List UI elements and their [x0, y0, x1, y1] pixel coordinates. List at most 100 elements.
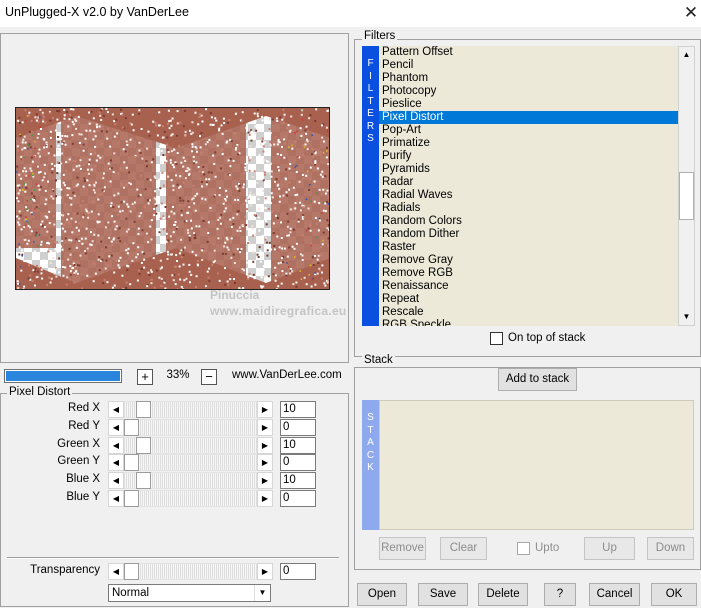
green-x-value[interactable]: 10 — [280, 437, 316, 454]
filter-item[interactable]: Purify — [379, 150, 678, 163]
red-y-value[interactable]: 0 — [280, 419, 316, 436]
transparency-label: Transparency — [30, 564, 100, 576]
params-group-label: Pixel Distort — [7, 386, 73, 398]
red-x-thumb[interactable] — [135, 401, 151, 418]
blend-mode-select[interactable]: Normal ▼ — [108, 584, 271, 602]
filter-item[interactable]: Radial Waves — [379, 189, 678, 202]
filter-item[interactable]: Phantom — [379, 72, 678, 85]
zoom-in-button[interactable]: + — [137, 369, 153, 385]
arrow-right-icon[interactable]: ▶ — [257, 437, 273, 454]
watermark-name: Pinuccia — [210, 288, 260, 302]
green-y-thumb[interactable] — [124, 454, 139, 471]
filter-item[interactable]: Pyramids — [379, 163, 678, 176]
filters-group-label: Filters — [362, 30, 398, 42]
on-top-checkbox[interactable] — [490, 332, 503, 345]
filter-item[interactable]: RGB Speckle — [379, 319, 678, 326]
scroll-thumb[interactable] — [679, 172, 694, 220]
filter-item[interactable]: Primatize — [379, 137, 678, 150]
red-x-value[interactable]: 10 — [280, 401, 316, 418]
filter-item[interactable]: Random Dither — [379, 228, 678, 241]
scroll-down-icon[interactable]: ▼ — [679, 309, 694, 325]
arrow-left-icon[interactable]: ◀ — [108, 490, 124, 507]
filter-item[interactable]: Photocopy — [379, 85, 678, 98]
arrow-right-icon[interactable]: ▶ — [257, 472, 273, 489]
filter-item[interactable]: Renaissance — [379, 280, 678, 293]
blue-y-label: Blue Y — [66, 491, 100, 503]
transparency-slider[interactable]: ◀ ▶ — [108, 563, 273, 580]
close-icon[interactable]: ✕ — [680, 2, 701, 24]
blue-x-thumb[interactable] — [135, 472, 151, 489]
remove-button[interactable]: Remove — [379, 537, 426, 560]
blue-x-value[interactable]: 10 — [280, 472, 316, 489]
window-title: UnPlugged-X v2.0 by VanDerLee — [5, 5, 189, 19]
filter-item[interactable]: Pixel Distort — [379, 111, 678, 124]
filter-item[interactable]: Repeat — [379, 293, 678, 306]
blue-y-value[interactable]: 0 — [280, 490, 316, 507]
up-button[interactable]: Up — [584, 537, 635, 560]
arrow-left-icon[interactable]: ◀ — [108, 437, 124, 454]
arrow-right-icon[interactable]: ▶ — [257, 563, 273, 580]
filters-scrollbar[interactable]: ▲ ▼ — [678, 46, 695, 326]
green-y-value[interactable]: 0 — [280, 454, 316, 471]
transparency-thumb[interactable] — [124, 563, 139, 580]
website-link[interactable]: www.VanDerLee.com — [232, 369, 342, 381]
green-x-thumb[interactable] — [135, 437, 151, 454]
arrow-left-icon[interactable]: ◀ — [108, 563, 124, 580]
help-button[interactable]: ? — [544, 583, 576, 606]
red-y-thumb[interactable] — [124, 419, 139, 436]
arrow-left-icon[interactable]: ◀ — [108, 454, 124, 471]
green-x-track — [108, 437, 273, 454]
zoom-out-button[interactable]: − — [201, 369, 217, 385]
cancel-button[interactable]: Cancel — [589, 583, 640, 606]
filter-item[interactable]: Random Colors — [379, 215, 678, 228]
arrow-left-icon[interactable]: ◀ — [108, 472, 124, 489]
filter-item[interactable]: Radar — [379, 176, 678, 189]
ok-button[interactable]: OK — [651, 583, 697, 606]
filter-item[interactable]: Pop-Art — [379, 124, 678, 137]
add-to-stack-button[interactable]: Add to stack — [498, 368, 577, 391]
stack-list[interactable] — [379, 400, 694, 530]
blend-mode-value: Normal — [112, 587, 150, 599]
transparency-value[interactable]: 0 — [280, 563, 316, 580]
blue-x-slider[interactable]: ◀ ▶ — [108, 472, 273, 489]
save-button[interactable]: Save — [418, 583, 468, 606]
blue-y-thumb[interactable] — [124, 490, 139, 507]
chevron-down-icon[interactable]: ▼ — [254, 585, 270, 601]
filters-list[interactable]: Pattern Offset Pencil Phantom Photocopy Pies… — [379, 46, 678, 326]
filter-item[interactable]: Remove RGB — [379, 267, 678, 280]
open-button[interactable]: Open — [357, 583, 407, 606]
red-y-label: Red Y — [68, 420, 100, 432]
upto-checkbox[interactable] — [517, 542, 530, 555]
arrow-right-icon[interactable]: ▶ — [257, 401, 273, 418]
red-x-slider[interactable]: ◀ ▶ — [108, 401, 273, 418]
filter-item[interactable]: Pattern Offset — [379, 46, 678, 59]
arrow-left-icon[interactable]: ◀ — [108, 401, 124, 418]
red-y-slider[interactable]: ◀ ▶ — [108, 419, 273, 436]
blue-y-slider[interactable]: ◀ ▶ — [108, 490, 273, 507]
filter-item[interactable]: Remove Gray — [379, 254, 678, 267]
green-x-label: Green X — [57, 438, 100, 450]
scroll-up-icon[interactable]: ▲ — [679, 47, 694, 63]
arrow-right-icon[interactable]: ▶ — [257, 454, 273, 471]
filter-item[interactable]: Pencil — [379, 59, 678, 72]
filter-item[interactable]: Raster — [379, 241, 678, 254]
arrow-left-icon[interactable]: ◀ — [108, 419, 124, 436]
green-x-slider[interactable]: ◀ ▶ — [108, 437, 273, 454]
down-button[interactable]: Down — [647, 537, 694, 560]
stack-group-label: Stack — [362, 354, 395, 366]
stack-vertical-label: STACK — [362, 400, 379, 530]
filter-item[interactable]: Pieslice — [379, 98, 678, 111]
delete-button[interactable]: Delete — [478, 583, 528, 606]
green-y-slider[interactable]: ◀ ▶ — [108, 454, 273, 471]
stack-vertical-letter: A — [367, 437, 374, 448]
arrow-right-icon[interactable]: ▶ — [257, 490, 273, 507]
filter-item[interactable]: Radials — [379, 202, 678, 215]
filter-item[interactable]: Rescale — [379, 306, 678, 319]
clear-button[interactable]: Clear — [440, 537, 487, 560]
arrow-right-icon[interactable]: ▶ — [257, 419, 273, 436]
separator — [7, 557, 339, 559]
preview-image[interactable] — [15, 107, 330, 290]
red-x-track — [108, 401, 273, 418]
filters-vertical-letter: S — [367, 133, 374, 144]
filters-vertical-letter: E — [367, 108, 374, 119]
